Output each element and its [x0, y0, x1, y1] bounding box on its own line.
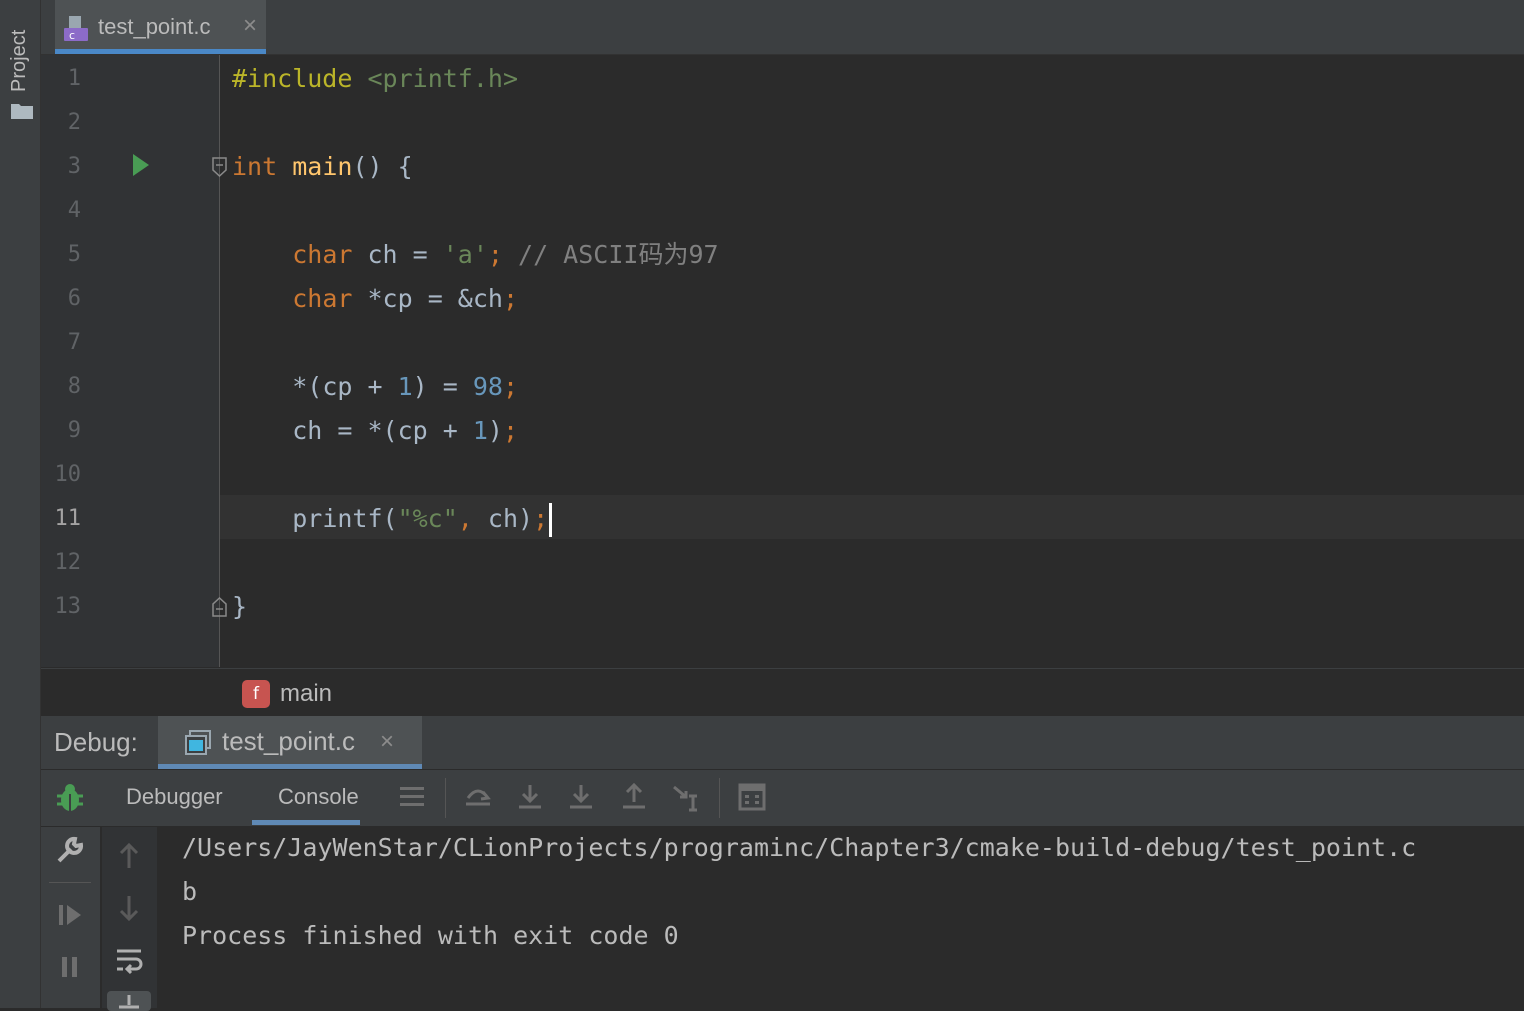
line-number: 5: [67, 242, 81, 267]
step-out-icon[interactable]: [619, 782, 649, 812]
debug-title: Debug:: [54, 727, 138, 757]
line-number: 1: [67, 66, 81, 91]
tool-window-strip: Project: [0, 0, 41, 1008]
arrow-down-icon[interactable]: [114, 893, 144, 923]
wrench-icon[interactable]: [55, 835, 85, 865]
console-line: b: [182, 877, 198, 906]
breadcrumb-item-main[interactable]: main: [280, 680, 332, 708]
line-number-current: 11: [54, 506, 82, 531]
hamburger-menu-icon[interactable]: [397, 782, 427, 812]
code-line-5: char ch = 'a'; // ASCII码为97: [292, 240, 719, 269]
debug-toolbar: Debugger Console: [41, 770, 1524, 827]
code-line-6: char *cp = &ch;: [292, 284, 519, 313]
line-number: 9: [67, 418, 81, 443]
tab-debugger[interactable]: Debugger: [126, 784, 223, 810]
folder-icon[interactable]: [11, 103, 33, 119]
debug-side-toolbar: [41, 827, 100, 1008]
breadcrumb: f main: [41, 668, 1524, 717]
debug-bug-icon: [57, 784, 83, 811]
scroll-to-end-icon: [119, 995, 139, 1009]
code-line-11: printf("%c", ch);: [232, 497, 553, 541]
pause-icon[interactable]: [55, 952, 85, 982]
console-output[interactable]: /Users/JayWenStar/CLionProjects/programi…: [157, 827, 1524, 1008]
c-file-icon: c: [64, 16, 88, 42]
toolbar-separator: [445, 778, 446, 818]
step-into-icon[interactable]: [566, 782, 596, 812]
toolbar-separator: [719, 778, 720, 818]
line-number: 6: [67, 286, 81, 311]
line-number: 8: [67, 374, 81, 399]
line-number: 4: [67, 198, 81, 223]
side-separator: [49, 882, 91, 883]
line-number: 7: [67, 330, 81, 355]
console-line: Process finished with exit code 0: [182, 921, 679, 950]
active-subtab-indicator: [252, 820, 360, 825]
run-to-cursor-icon[interactable]: [671, 782, 701, 812]
close-icon[interactable]: ×: [380, 728, 394, 756]
step-over-icon[interactable]: [515, 782, 545, 812]
debug-tool-window-header: Debug: test_point.c ×: [41, 716, 1524, 770]
line-number: 13: [54, 594, 82, 619]
function-icon: f: [242, 680, 270, 708]
debug-tab-label: test_point.c: [222, 726, 355, 756]
code-line-3: int main() {: [232, 152, 413, 181]
code-line-9: ch = *(cp + 1);: [292, 416, 519, 445]
console-line: /Users/JayWenStar/CLionProjects/programi…: [182, 833, 1417, 862]
soft-wrap-icon[interactable]: [114, 945, 144, 975]
debug-session-tab[interactable]: test_point.c ×: [158, 716, 422, 769]
line-number: 2: [67, 110, 81, 135]
editor-tab-test-point[interactable]: c test_point.c ×: [55, 0, 266, 54]
fold-marker-icon[interactable]: [211, 157, 228, 177]
show-execution-point-icon[interactable]: [463, 782, 493, 812]
console-window-icon: [185, 730, 211, 755]
arrow-up-icon[interactable]: [114, 841, 144, 871]
run-gutter-icon[interactable]: [131, 153, 151, 177]
active-tab-indicator: [158, 764, 422, 769]
tab-console[interactable]: Console: [278, 784, 359, 810]
project-tool-button[interactable]: Project: [8, 30, 31, 92]
fold-marker-icon[interactable]: [211, 597, 228, 617]
console-side-toolbar: [101, 827, 157, 1011]
evaluate-expression-icon[interactable]: [737, 782, 767, 812]
code-line-1: #include <printf.h>: [232, 64, 518, 93]
scroll-to-end-toggle[interactable]: [107, 991, 151, 1011]
editor-tab-bar: c test_point.c ×: [41, 0, 1524, 55]
text-caret: [549, 503, 553, 537]
close-icon[interactable]: ×: [243, 12, 257, 40]
code-line-13: }: [232, 592, 248, 621]
active-tab-indicator: [55, 49, 266, 54]
tab-label: test_point.c: [98, 14, 211, 39]
svg-text:c: c: [69, 29, 75, 42]
line-number: 12: [54, 550, 82, 575]
line-number: 3: [67, 154, 81, 179]
code-editor[interactable]: 1 2 3 4 5 6 7 8 9 10 11 12 13 #include <…: [41, 55, 1524, 667]
line-number: 10: [54, 462, 82, 487]
fold-guide: [219, 55, 220, 667]
resume-icon[interactable]: [55, 900, 85, 930]
code-line-8: *(cp + 1) = 98;: [292, 372, 519, 401]
